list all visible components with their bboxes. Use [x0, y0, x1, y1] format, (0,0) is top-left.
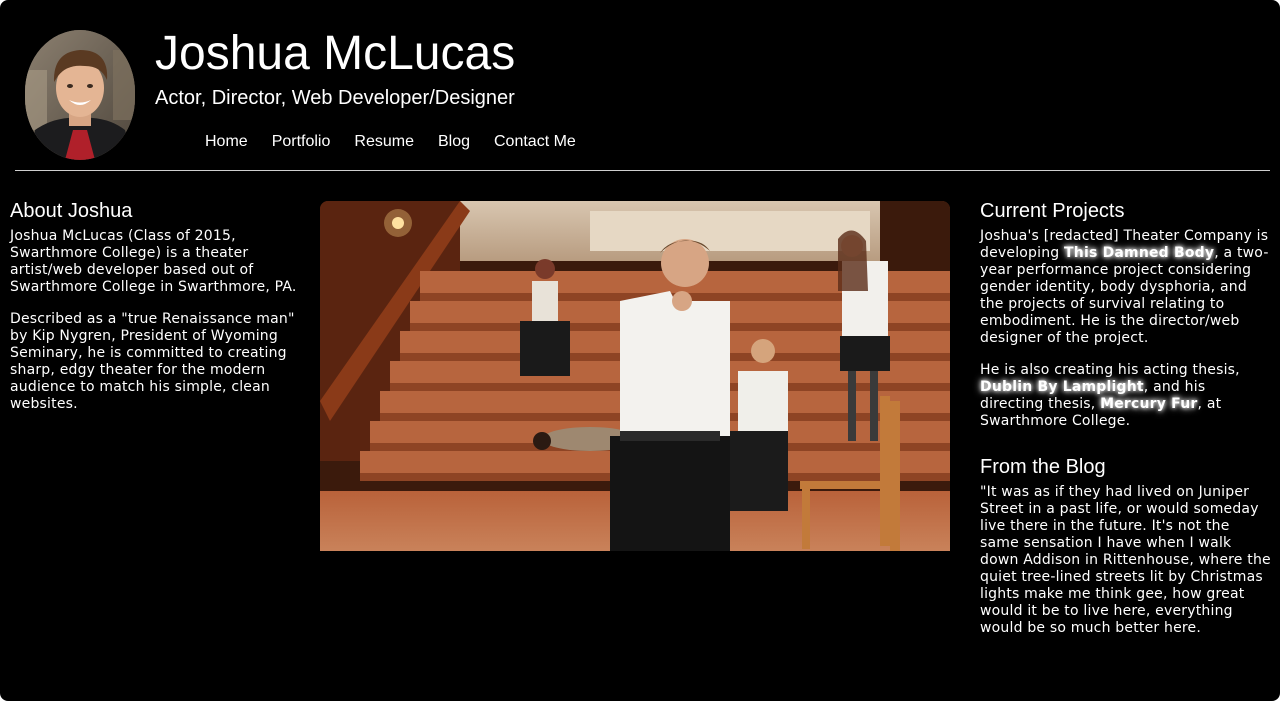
blog-heading: From the Blog [980, 456, 1106, 478]
nav-portfolio-link[interactable]: Portfolio [272, 132, 331, 152]
site-title: Joshua McLucas [155, 27, 516, 80]
projects-paragraph: Joshua's [redacted] Theater Company is d… [980, 228, 1272, 347]
project-title-mercury-fur: Mercury Fur [1100, 396, 1198, 412]
nav-resume-link[interactable]: Resume [354, 132, 414, 152]
about-heading: About Joshua [10, 200, 133, 222]
nav-home-link[interactable]: Home [205, 132, 248, 152]
projects-section: Current Projects Joshua's [redacted] The… [980, 198, 1272, 652]
projects-heading: Current Projects [980, 200, 1125, 222]
nav-blog-link[interactable]: Blog [438, 132, 470, 152]
blog-body: "It was as if they had lived on Juniper … [980, 484, 1272, 637]
hero-image [320, 201, 950, 551]
main-nav: Home Portfolio Resume Blog Contact Me [205, 132, 600, 152]
projects-text: He is also creating his acting thesis, [980, 362, 1240, 378]
theater-production-photo-icon [320, 201, 950, 551]
projects-body: Joshua's [redacted] Theater Company is d… [980, 228, 1272, 430]
about-body: Joshua McLucas (Class of 2015, Swarthmor… [10, 228, 300, 413]
header-divider [15, 170, 1270, 171]
profile-photo-icon [25, 30, 135, 160]
page: Joshua McLucas Actor, Director, Web Deve… [0, 0, 1280, 701]
about-paragraph: Joshua McLucas (Class of 2015, Swarthmor… [10, 228, 297, 295]
projects-paragraph: He is also creating his acting thesis, D… [980, 362, 1272, 430]
nav-contact-link[interactable]: Contact Me [494, 132, 576, 152]
site-tagline: Actor, Director, Web Developer/Designer [155, 87, 515, 109]
about-section: About Joshua Joshua McLucas (Class of 20… [10, 198, 300, 428]
avatar [25, 30, 135, 160]
about-paragraph: Described as a "true Renaissance man" by… [10, 311, 295, 412]
project-title-dublin-by-lamplight: Dublin By Lamplight [980, 379, 1144, 395]
blog-excerpt: "It was as if they had lived on Juniper … [980, 484, 1271, 636]
project-title-this-damned-body: This Damned Body [1064, 245, 1215, 261]
